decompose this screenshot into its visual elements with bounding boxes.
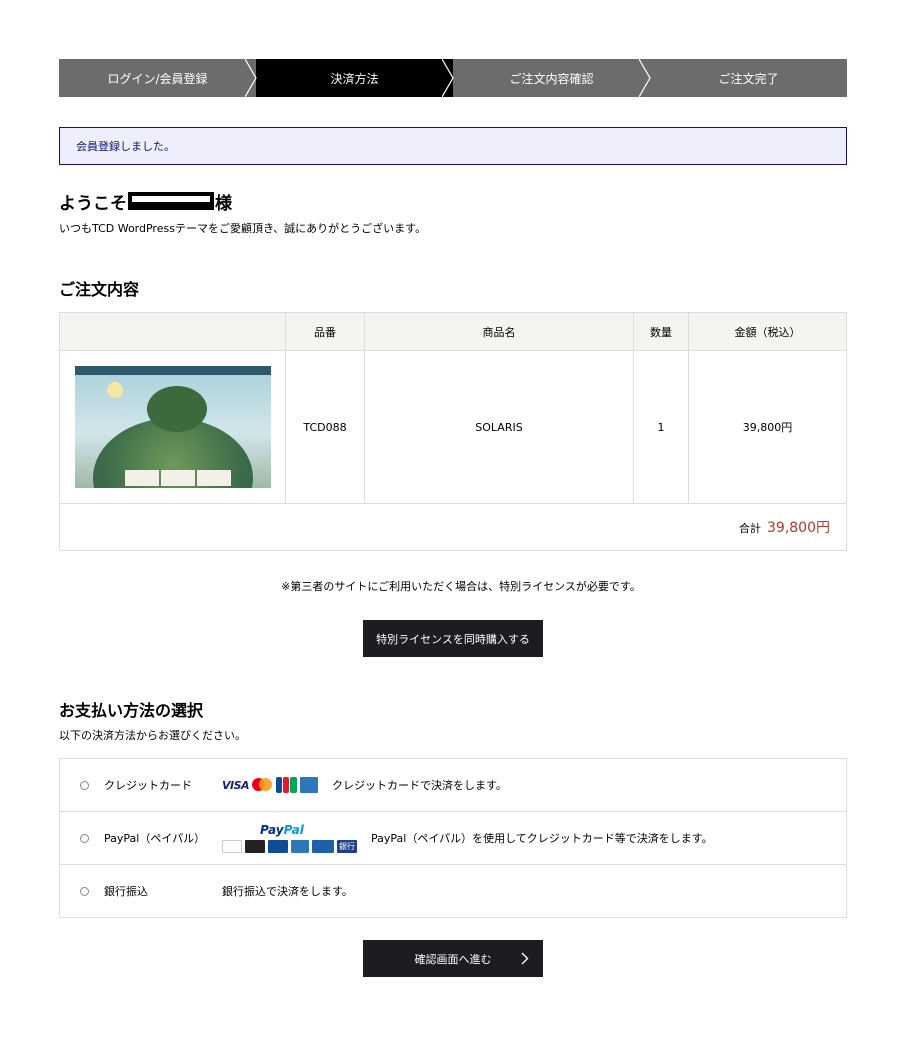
payment-label: 銀行振込: [104, 885, 148, 898]
amex-icon: [300, 777, 319, 793]
registration-notice: 会員登録しました。: [59, 127, 847, 165]
header-price: 金額（税込）: [688, 312, 847, 351]
step-complete: ご注文完了: [650, 59, 847, 97]
payment-desc: クレジットカードで決済をします。: [332, 779, 507, 792]
visa-mini-icon: [222, 840, 242, 853]
confirm-button-label: 確認画面へ進む: [414, 952, 492, 966]
payment-option-credit[interactable]: クレジットカード VISA クレジットカードで決済をします。: [60, 759, 846, 812]
header-name: 商品名: [364, 312, 634, 351]
redacted-username: [128, 192, 214, 210]
step-confirm: ご注文内容確認: [453, 59, 651, 97]
welcome-heading: ようこそ 様: [59, 189, 232, 214]
total-row: 合計 39,800円: [59, 503, 847, 551]
jcb-mini-icon: [268, 840, 288, 853]
order-title: ご注文内容: [59, 280, 140, 299]
product-name: SOLARIS: [364, 350, 634, 504]
radio-credit[interactable]: [80, 780, 89, 790]
payment-option-bank[interactable]: 銀行振込 銀行振込で決済をします。: [60, 865, 846, 917]
chevron-right-icon: [521, 952, 529, 965]
payment-desc: PayPal（ペイパル）を使用してクレジットカード等で決済をします。: [371, 832, 713, 845]
radio-bank[interactable]: [80, 886, 89, 896]
payment-title: お支払い方法の選択: [59, 701, 204, 720]
visa-icon: VISA: [222, 778, 250, 792]
payment-sub: 以下の決済方法からお選びください。: [59, 729, 246, 742]
step-login: ログイン/会員登録: [59, 59, 257, 97]
total-label: 合計: [739, 522, 761, 535]
notice-text: 会員登録しました。: [76, 140, 175, 153]
bank-mini-icon: 銀行: [337, 840, 357, 853]
license-button-label: 特別ライセンスを同時購入する: [376, 632, 530, 646]
welcome-message: いつもTCD WordPressテーマをご愛顧頂き、誠にありがとうございます。: [59, 222, 427, 235]
step-label: ご注文内容確認: [509, 71, 594, 86]
mastercard-mini-icon: [245, 840, 265, 853]
header-image: [59, 312, 286, 351]
welcome-prefix: ようこそ: [59, 193, 127, 214]
unionpay-mini-icon: [312, 840, 334, 853]
paypal-logo-icon: PayPal: [260, 823, 304, 837]
step-payment: 決済方法: [256, 59, 454, 97]
total-cell: 合計 39,800円: [59, 503, 847, 551]
header-code: 品番: [285, 312, 365, 351]
product-price: 39,800円: [688, 350, 847, 504]
amex-mini-icon: [291, 840, 309, 853]
card-brand-icons: VISA: [222, 777, 319, 793]
step-arrow-icon: [442, 59, 454, 97]
special-license-button[interactable]: 特別ライセンスを同時購入する: [363, 620, 543, 657]
step-label: ご注文完了: [718, 71, 779, 86]
payment-label: クレジットカード: [104, 779, 192, 792]
proceed-confirm-button[interactable]: 確認画面へ進む: [363, 940, 543, 977]
license-note: ※第三者のサイトにご利用いただく場合は、特別ライセンスが必要です。: [281, 580, 641, 593]
table-row: TCD088 SOLARIS 1 39,800円: [59, 350, 847, 504]
step-arrow-icon: [245, 59, 257, 97]
header-qty: 数量: [633, 312, 689, 351]
product-image-cell: [59, 350, 286, 504]
payment-methods: クレジットカード VISA クレジットカードで決済をします。 PayPal（ペイ…: [59, 758, 847, 918]
step-label: 決済方法: [330, 71, 379, 86]
payment-desc: 銀行振込で決済をします。: [222, 885, 353, 898]
order-table: 品番 商品名 数量 金額（税込） TCD088 SOLARIS 1 39,800…: [59, 312, 847, 551]
radio-paypal[interactable]: [80, 833, 89, 843]
product-thumbnail: [74, 366, 271, 488]
total-value: 39,800円: [767, 520, 830, 536]
mastercard-icon: [252, 778, 273, 792]
product-code: TCD088: [285, 350, 365, 504]
step-label: ログイン/会員登録: [107, 71, 208, 86]
step-arrow-icon: [639, 59, 651, 97]
payment-option-paypal[interactable]: PayPal（ペイパル） PayPal 銀行 PayPal（ペイパル）を使用して…: [60, 812, 846, 865]
table-header-row: 品番 商品名 数量 金額（税込）: [59, 312, 847, 351]
payment-label: PayPal（ペイパル）: [104, 832, 206, 845]
welcome-suffix: 様: [215, 193, 232, 214]
checkout-steps: ログイン/会員登録 決済方法 ご注文内容確認 ご注文完了: [59, 59, 847, 97]
paypal-logo-group: PayPal 銀行: [222, 823, 357, 853]
product-qty: 1: [633, 350, 689, 504]
jcb-icon: [275, 777, 297, 793]
